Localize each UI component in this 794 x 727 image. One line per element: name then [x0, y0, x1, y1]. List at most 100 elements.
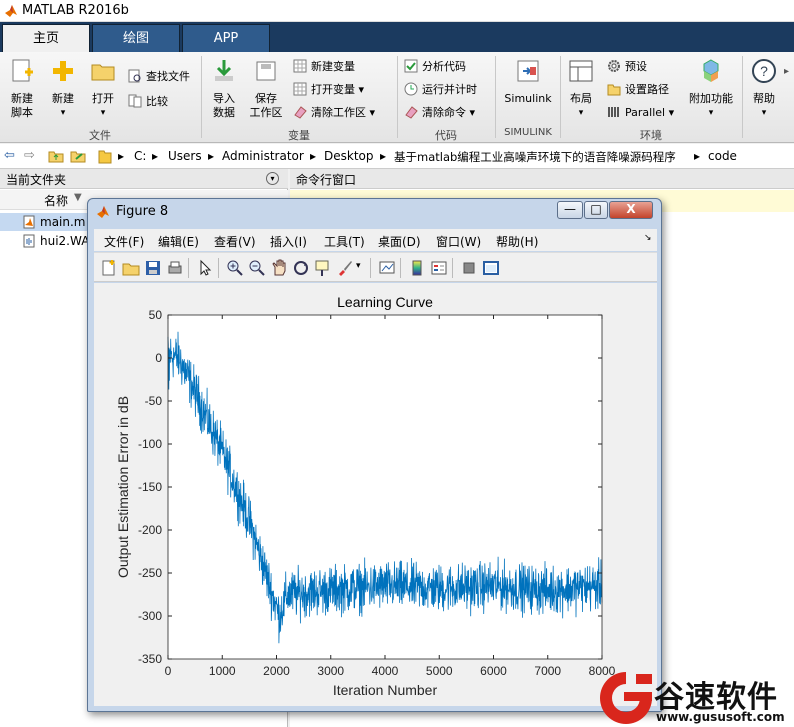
crumb-sep-icon: ▸ [380, 149, 387, 163]
open-file-icon[interactable] [122, 259, 140, 277]
parallel-icon [608, 107, 619, 117]
hide-plot-tools-icon[interactable] [460, 259, 478, 277]
parallel-button[interactable]: Parallel ▾ [607, 104, 674, 122]
address-bar: ⇦ ⇨ ▸ C: ▸ Users ▸ Administrator ▸ Deskt… [0, 144, 794, 169]
toolbar-divider [400, 258, 401, 278]
y-tick-label: -250 [138, 566, 162, 580]
new-script-button[interactable]: 新建 脚本 [4, 58, 40, 120]
tab-home[interactable]: 主页 [2, 24, 90, 52]
import-data-button[interactable]: 导入 数据 [206, 58, 242, 120]
menu-help[interactable]: 帮助(H) [496, 233, 538, 250]
back-arrow-icon[interactable]: ⇦ [4, 148, 15, 163]
y-tick-label: -300 [138, 609, 162, 623]
breadcrumb-code[interactable]: code [708, 149, 737, 163]
layout-label: 布局 [570, 92, 592, 105]
menu-view[interactable]: 查看(V) [214, 233, 256, 250]
toolbar-divider [370, 258, 371, 278]
new-label: 新建 [52, 92, 74, 105]
forward-arrow-icon[interactable]: ⇨ [24, 148, 35, 163]
simulink-icon [517, 60, 539, 82]
new-script-label: 新建 脚本 [11, 92, 33, 119]
toolbar-divider [452, 258, 453, 278]
panel-menu-icon[interactable]: ▾ [266, 172, 279, 185]
open-variable-button[interactable]: 打开变量 ▾ [293, 81, 364, 99]
pan-hand-icon[interactable] [270, 259, 288, 277]
save-icon[interactable] [144, 259, 162, 277]
eraser-icon [405, 106, 418, 119]
close-button[interactable]: X [609, 201, 653, 219]
group-label-simulink: SIMULINK [504, 127, 552, 138]
menu-tools[interactable]: 工具(T) [324, 233, 365, 250]
help-button[interactable]: ? 帮助 ▾ [748, 58, 780, 120]
group-divider [495, 56, 496, 138]
new-button[interactable]: 新建 ▾ [46, 58, 80, 120]
grid-icon [293, 59, 307, 73]
new-variable-button[interactable]: 新建变量 [293, 58, 355, 76]
simulink-button[interactable]: Simulink [500, 58, 556, 106]
new-figure-icon[interactable] [100, 259, 118, 277]
brush-icon[interactable] [336, 259, 354, 277]
menu-edit[interactable]: 编辑(E) [158, 233, 199, 250]
menu-desktop[interactable]: 桌面(D) [378, 233, 421, 250]
sort-icon: ▼ [74, 192, 82, 203]
link-plot-icon[interactable] [378, 259, 396, 277]
set-path-button[interactable]: 设置路径 [607, 81, 669, 99]
folder-icon [98, 150, 112, 164]
gusu-logo-icon [600, 672, 652, 724]
run-and-time-button[interactable]: 运行并计时 [404, 81, 477, 99]
maximize-button[interactable]: □ [584, 201, 608, 219]
menu-insert[interactable]: 插入(I) [270, 233, 307, 250]
tab-plots[interactable]: 绘图 [92, 24, 180, 52]
menu-file[interactable]: 文件(F) [104, 233, 144, 250]
command-window-header: 命令行窗口 [290, 169, 794, 189]
ribbon-scroll-icon[interactable]: ▸ [784, 66, 789, 77]
crumb-sep-icon: ▸ [152, 149, 159, 163]
chevron-down-icon[interactable]: ▾ [356, 261, 361, 271]
open-button[interactable]: 打开 ▾ [86, 58, 120, 120]
crumb-sep-icon: ▸ [694, 149, 701, 163]
clear-commands-button[interactable]: 清除命令 ▾ [404, 104, 475, 122]
minimize-button[interactable]: — [557, 201, 583, 219]
data-cursor-icon[interactable] [314, 259, 332, 277]
add-ons-button[interactable]: 附加功能 ▾ [686, 58, 736, 120]
breadcrumb-project-folder[interactable]: 基于matlab编程工业高噪声环境下的语音降噪源码程序 [394, 149, 676, 165]
dock-arrow-icon[interactable]: ↘ [644, 233, 652, 243]
x-tick-label: 7000 [534, 664, 561, 678]
menu-window[interactable]: 窗口(W) [436, 233, 481, 250]
breadcrumb-users[interactable]: Users [168, 149, 202, 163]
current-folder-title: 当前文件夹 [6, 173, 67, 187]
clear-workspace-button[interactable]: 清除工作区 ▾ [293, 104, 375, 122]
y-tick-label: 0 [155, 351, 162, 365]
group-label-code: 代码 [435, 129, 457, 142]
browse-folder-icon[interactable] [70, 149, 86, 163]
chevron-down-icon: ▾ [761, 108, 767, 118]
simulink-label: Simulink [504, 92, 552, 105]
save-workspace-button[interactable]: 保存 工作区 [246, 58, 286, 120]
colorbar-icon[interactable] [408, 259, 426, 277]
learning-curve-chart[interactable]: 0 1000 2000 3000 4000 5000 6000 7000 8000500-50-… [94, 283, 657, 706]
breadcrumb-c[interactable]: C: [134, 149, 146, 163]
tab-apps[interactable]: APP [182, 24, 270, 52]
zoom-out-icon[interactable] [248, 259, 266, 277]
open-label: 打开 [92, 92, 114, 105]
plus-icon [53, 61, 73, 81]
layout-button[interactable]: 布局 ▾ [564, 58, 598, 120]
compare-button[interactable]: 比较 [128, 93, 168, 111]
rotate-3d-icon[interactable] [292, 259, 310, 277]
up-folder-icon[interactable] [48, 149, 64, 163]
print-icon[interactable] [166, 259, 184, 277]
show-plot-tools-icon[interactable] [482, 259, 500, 277]
legend-icon[interactable] [430, 259, 448, 277]
breadcrumb-administrator[interactable]: Administrator [222, 149, 304, 163]
pointer-icon[interactable] [196, 259, 214, 277]
chevron-down-icon: ▾ [60, 108, 66, 118]
zoom-in-icon[interactable] [226, 259, 244, 277]
find-files-button[interactable]: 查找文件 [128, 68, 190, 86]
breadcrumb-desktop[interactable]: Desktop [324, 149, 374, 163]
y-tick-label: 50 [149, 308, 163, 322]
column-name: 名称 [44, 194, 69, 208]
analyze-code-button[interactable]: 分析代码 [404, 58, 466, 76]
group-label-file: 文件 [89, 129, 111, 142]
preferences-button[interactable]: 预设 [607, 58, 647, 76]
new-script-icon [12, 59, 33, 82]
